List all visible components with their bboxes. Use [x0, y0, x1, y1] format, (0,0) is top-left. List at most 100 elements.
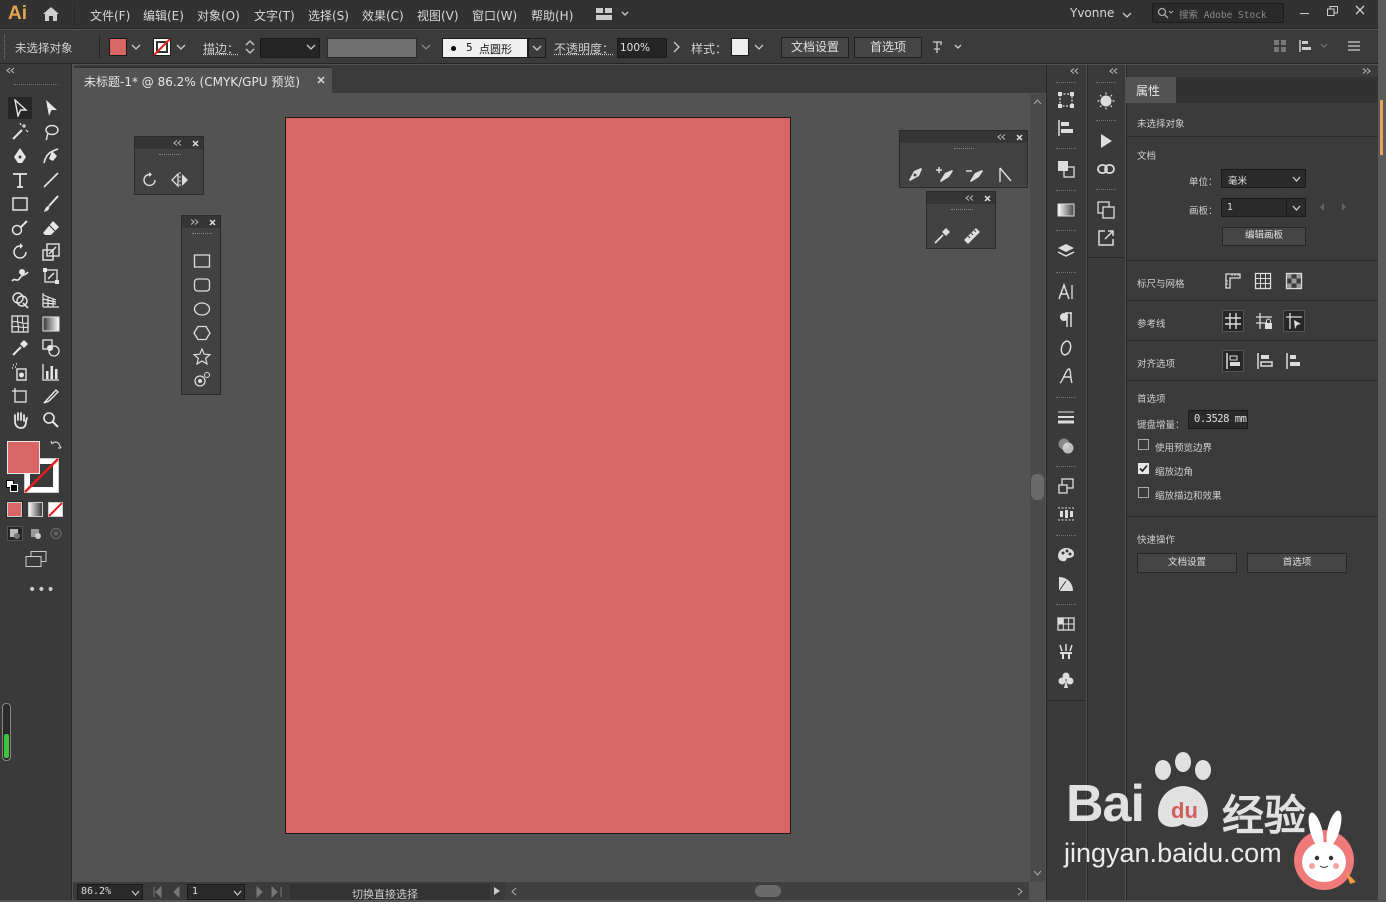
character-panel-button[interactable]: [1053, 280, 1079, 304]
close-panel-icon[interactable]: [1016, 134, 1023, 141]
draw-inside-icon[interactable]: [48, 526, 64, 541]
export-panel-button[interactable]: [1093, 226, 1119, 250]
menu-help[interactable]: 帮助(H): [531, 7, 573, 24]
menu-edit[interactable]: 编辑(E): [143, 7, 184, 24]
swap-fill-stroke-icon[interactable]: [50, 440, 62, 452]
dock-grip[interactable]: [1056, 535, 1076, 537]
dock-grip[interactable]: [1096, 189, 1116, 191]
collapse-dock-icon[interactable]: [1070, 68, 1079, 74]
fill-chevron-down-icon[interactable]: [131, 43, 141, 51]
draw-behind-icon[interactable]: [28, 526, 44, 541]
workspace-switcher-icon[interactable]: [596, 8, 630, 20]
column-graph-tool[interactable]: [39, 361, 63, 383]
user-name[interactable]: Yvonne: [1070, 6, 1114, 20]
scale-corners-checkbox[interactable]: [1138, 463, 1149, 474]
panel-grip[interactable]: [159, 154, 181, 156]
color-guide-panel-button[interactable]: [1053, 572, 1079, 596]
align-to-artboard-toggle[interactable]: [1283, 351, 1303, 371]
dock-grip[interactable]: [1056, 466, 1076, 468]
symbol-sprayer-tool[interactable]: [8, 361, 32, 383]
user-chevron-down-icon[interactable]: [1122, 11, 1132, 19]
brush-definition-field[interactable]: 5 点圆形: [442, 38, 528, 58]
units-select[interactable]: 毫米: [1221, 169, 1306, 188]
pathfinder-panel-button[interactable]: [1053, 157, 1079, 181]
dock-grip[interactable]: [1056, 604, 1076, 606]
panel-grip[interactable]: [192, 233, 212, 235]
draw-normal-icon[interactable]: [7, 526, 23, 541]
stroke-label[interactable]: 描边：: [203, 40, 239, 57]
flare-icon[interactable]: [193, 371, 211, 388]
stroke-weight-stepper-icon[interactable]: [244, 38, 256, 56]
rounded-rectangle-icon[interactable]: [193, 277, 211, 293]
collapse-dock-icon[interactable]: [1109, 68, 1118, 74]
align-to-selection-toggle[interactable]: [1222, 350, 1244, 372]
scale-tool[interactable]: [39, 241, 63, 263]
edit-artboards-button[interactable]: 编辑画板: [1222, 227, 1306, 246]
anchor-point-icon[interactable]: [997, 166, 1015, 184]
shaper-tool[interactable]: [8, 217, 32, 239]
style-chevron-down-icon[interactable]: [754, 43, 764, 51]
polygon-icon[interactable]: [193, 325, 211, 341]
gradient-tool[interactable]: [39, 313, 63, 335]
scale-strokes-effects-checkbox[interactable]: [1138, 487, 1149, 498]
guides-toggle[interactable]: [1222, 310, 1244, 332]
warp-tool[interactable]: [8, 265, 32, 287]
magic-wand-tool[interactable]: [8, 121, 32, 143]
rulers-toggle[interactable]: [1223, 271, 1243, 291]
panel-grip[interactable]: [951, 209, 973, 211]
collapse-panel-icon[interactable]: [965, 195, 974, 201]
menu-object[interactable]: 对象(O): [197, 7, 240, 24]
glyphs-panel-button[interactable]: [1053, 364, 1079, 388]
mesh-tool[interactable]: [8, 313, 32, 335]
transparency-panel-button[interactable]: [1053, 434, 1079, 458]
collapse-panel-icon[interactable]: [997, 134, 1006, 140]
close-panel-icon[interactable]: [192, 140, 199, 147]
gradient-mode-icon[interactable]: [28, 502, 43, 517]
lock-guides-toggle[interactable]: [1254, 311, 1274, 331]
type-tool[interactable]: [8, 169, 32, 191]
direct-selection-tool[interactable]: [39, 97, 63, 119]
reflect-icon[interactable]: [170, 171, 190, 189]
align-panel-button[interactable]: [1053, 116, 1079, 140]
swatches-panel-button[interactable]: [1053, 612, 1079, 636]
artboard-navigator-field[interactable]: 1: [187, 884, 245, 900]
fill-color-box[interactable]: [7, 441, 40, 474]
artboard-select[interactable]: 1: [1221, 198, 1306, 217]
stroke-weight-chevron-down-icon[interactable]: [306, 43, 316, 51]
appearance-panel-button[interactable]: [1093, 89, 1119, 113]
stroke-panel-button[interactable]: [1053, 405, 1079, 429]
artboards-panel-button[interactable]: [1053, 474, 1079, 498]
stock-search-input[interactable]: 搜索 Adobe Stock: [1152, 3, 1284, 23]
curvature-tool[interactable]: [39, 145, 63, 167]
zoom-chevron-down-icon[interactable]: [131, 890, 140, 896]
opacity-chevron-right-icon[interactable]: [671, 41, 681, 53]
star-icon[interactable]: [193, 348, 211, 365]
rotate-icon[interactable]: [141, 171, 159, 189]
eyedropper-icon[interactable]: [933, 227, 951, 245]
gradient-panel-button[interactable]: [1053, 198, 1079, 222]
menu-file[interactable]: 文件(F): [90, 7, 130, 24]
paragraph-panel-button[interactable]: [1053, 308, 1079, 332]
default-fill-stroke-icon[interactable]: [6, 480, 18, 492]
line-segment-tool[interactable]: [39, 169, 63, 191]
use-preview-bounds-checkbox[interactable]: [1138, 439, 1149, 450]
menu-select[interactable]: 选择(S): [308, 7, 349, 24]
dock-grip[interactable]: [1056, 190, 1076, 192]
close-tab-icon[interactable]: [317, 76, 325, 84]
hand-tool[interactable]: [8, 409, 32, 431]
align-to-key-object-toggle[interactable]: [1254, 351, 1274, 371]
rotate-panel-header[interactable]: [135, 137, 203, 149]
properties-tab[interactable]: 属性: [1126, 77, 1176, 103]
artboard-tool[interactable]: [8, 385, 32, 407]
dock-grip[interactable]: [1096, 120, 1116, 122]
pen-panel-header[interactable]: [900, 131, 1027, 143]
free-transform-tool[interactable]: [39, 265, 63, 287]
keyboard-increment-field[interactable]: 0.3528 mm: [1188, 410, 1248, 429]
opacity-field[interactable]: 100%: [617, 38, 667, 58]
dock-grip[interactable]: [1096, 82, 1116, 84]
dock-grip[interactable]: [1056, 148, 1076, 150]
blend-tool[interactable]: [39, 337, 63, 359]
minimize-button[interactable]: [1291, 1, 1317, 21]
close-panel-icon[interactable]: [984, 195, 991, 202]
menu-view[interactable]: 视图(V): [417, 7, 459, 24]
